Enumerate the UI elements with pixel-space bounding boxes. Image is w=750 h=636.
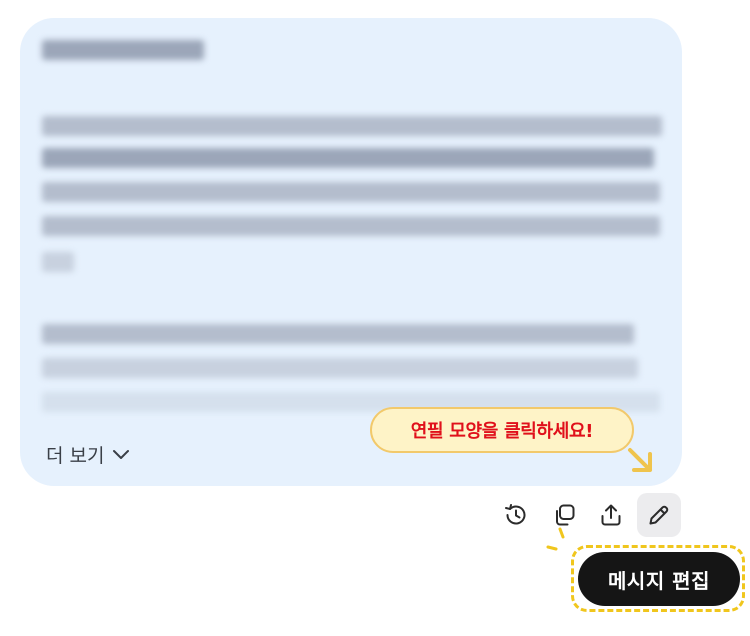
show-more-button[interactable]: 더 보기 bbox=[46, 441, 130, 468]
tooltip-text: 연필 모양을 클릭하세요! bbox=[410, 421, 594, 442]
pencil-icon bbox=[646, 502, 672, 528]
history-button[interactable] bbox=[494, 493, 538, 537]
history-icon bbox=[503, 502, 529, 528]
edit-message-callout: 메시지 편집 bbox=[578, 552, 740, 606]
share-icon bbox=[598, 502, 624, 528]
edit-message-button[interactable] bbox=[637, 493, 681, 537]
edit-message-callout-label: 메시지 편집 bbox=[608, 568, 710, 593]
show-more-label: 더 보기 bbox=[46, 445, 105, 467]
sparkle-icon bbox=[545, 527, 569, 561]
chevron-down-icon bbox=[112, 449, 130, 461]
click-pencil-tooltip: 연필 모양을 클릭하세요! bbox=[370, 407, 634, 453]
share-button[interactable] bbox=[589, 493, 633, 537]
copy-icon bbox=[551, 502, 577, 528]
pointer-arrow-icon bbox=[624, 444, 658, 482]
